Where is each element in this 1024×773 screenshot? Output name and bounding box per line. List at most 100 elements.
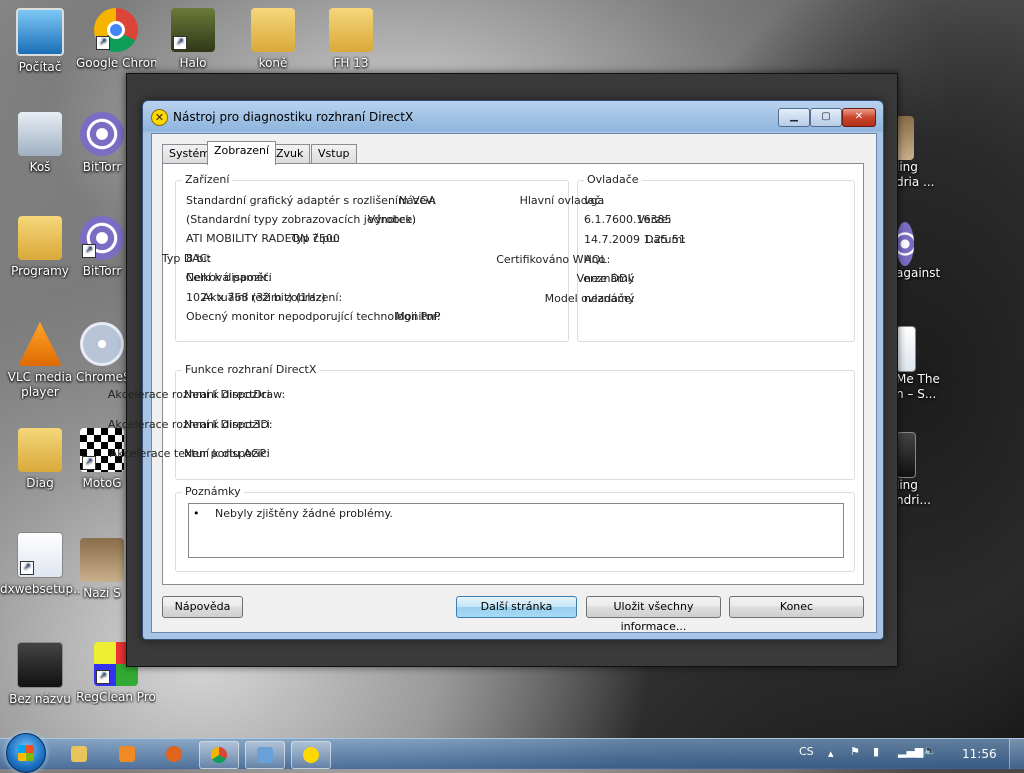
desktop-icon-label: Bez názvu <box>9 692 71 706</box>
close-button[interactable]: ✕ <box>842 108 876 127</box>
save-all-info-button[interactable]: Uložit všechny informace... <box>586 596 721 633</box>
desktop-icon-label: Počítač <box>18 60 62 74</box>
desktop-icon-nazi[interactable]: Nazi S <box>76 538 128 601</box>
directx-icon: ✕ <box>151 109 168 126</box>
notes-text: Nebyly zjištěny žádné problémy. <box>215 507 393 520</box>
volume-icon[interactable]: 🔈 <box>923 744 937 757</box>
action-center-flag-icon[interactable]: ⚑ <box>850 745 860 758</box>
show-hidden-icons-icon[interactable]: ▴ <box>828 747 834 760</box>
driver-row-whql: Certifikováno WHQL: Ano <box>496 253 610 266</box>
driver-row-main: Hlavní ovladač: vga <box>520 194 605 207</box>
desktop-icon-computer[interactable]: Počítač <box>0 8 80 75</box>
game-icon <box>896 222 914 266</box>
desktop-icon-programy[interactable]: Programy <box>0 216 80 279</box>
desktop-icon-label: VLC media player <box>7 370 73 399</box>
help-button[interactable]: Nápověda <box>162 596 243 618</box>
device-label: Aktuální režim zobrazení: <box>202 291 343 304</box>
taskbar-explorer[interactable] <box>60 741 98 767</box>
directx-icon <box>303 747 319 763</box>
desktop-icon-label: ChromeS <box>76 370 128 384</box>
computer-icon <box>16 8 64 56</box>
next-page-button[interactable]: Další stránka <box>456 596 577 618</box>
taskbar-chrome[interactable] <box>199 741 239 769</box>
drivers-group: Ovladače Hlavní ovladač: vga Verze: 6.1.… <box>496 173 855 342</box>
driver-label: Certifikováno WHQL: <box>496 253 611 266</box>
media-player-icon <box>119 746 135 762</box>
device-row-display-mode: Aktuální režim zobrazení: 1024 x 768 (32… <box>176 291 343 304</box>
notes-group-title: Poznámky <box>182 485 244 498</box>
desktop-icon-label: Nazi S <box>83 586 121 600</box>
desktop-icon-label: Google Chrom <box>76 56 156 70</box>
dialog-client-area: Systém Zobrazení Zvuk Vstup Zařízení Náz… <box>108 133 877 633</box>
exit-button[interactable]: Konec <box>729 596 864 618</box>
desktop-icon-label: Koš <box>29 160 51 174</box>
desktop-icon-chrome[interactable]: ↗ Google Chrom <box>76 8 156 71</box>
game-icon <box>80 538 124 582</box>
maximize-button[interactable]: ▢ <box>810 108 842 127</box>
vlc-cone-icon <box>18 322 62 366</box>
minimize-button[interactable]: ▁ <box>778 108 810 127</box>
taskbar-firefox[interactable] <box>155 741 193 767</box>
folder-icon <box>251 8 295 52</box>
directx-diagnostic-window: ✕ Nástroj pro diagnostiku rozhraní Direc… <box>108 100 884 640</box>
folder-icon <box>18 216 62 260</box>
desktop-icon-right-3[interactable]: Me The n – S... <box>896 326 946 402</box>
device-label: Celková paměť: <box>185 271 272 284</box>
desktop-icon-vlc[interactable]: VLC media player <box>0 322 80 400</box>
game-icon <box>896 432 916 478</box>
show-desktop-button[interactable] <box>1009 739 1024 769</box>
recycle-bin-icon <box>18 112 62 156</box>
desktop-icon-bez-nazvu[interactable]: Bez názvu <box>0 642 80 707</box>
feature-label: Akcelerace rozhraní Direct3D: <box>107 418 273 431</box>
device-label: Typ DAC: <box>161 252 211 265</box>
desktop-icon-label: Diag <box>26 476 54 490</box>
taskbar-media-player[interactable] <box>108 741 146 767</box>
drivers-group-title: Ovladače <box>584 173 642 186</box>
clock[interactable]: 11:56 <box>962 747 997 761</box>
tab-input[interactable]: Vstup <box>311 144 357 163</box>
desktop-icon-label: MotoG <box>82 476 122 490</box>
desktop-icon-right-2[interactable]: against <box>896 222 946 281</box>
desktop-icon-bittorrent[interactable]: BitTorr <box>76 112 128 175</box>
start-button[interactable] <box>6 733 46 773</box>
agp-texture-row: Akcelerace textur portu AGP: Není k disp… <box>110 447 270 460</box>
taskbar-paint[interactable] <box>245 741 285 769</box>
folder-icon <box>329 8 373 52</box>
desktop-icon-bittorrent-2[interactable]: ↗ BitTorr <box>76 216 128 279</box>
notes-textbox[interactable]: • Nebyly zjištěny žádné problémy. <box>188 503 844 558</box>
language-indicator[interactable]: CS <box>799 745 814 758</box>
desktop-icon-label: BitTorr <box>82 160 122 174</box>
desktop-icon-right-4[interactable]: ling ndri... <box>896 432 946 508</box>
driver-label: Datum: <box>644 233 686 246</box>
halo-icon: ↗ <box>171 8 215 52</box>
desktop-icon-chromes[interactable]: ChromeS <box>76 322 128 385</box>
power-icon[interactable]: ▮ <box>873 745 879 758</box>
desktop-icon-folder-fh13[interactable]: FH 13 <box>311 8 391 71</box>
desktop-icon-right-1[interactable]: ling dria ... <box>896 116 946 190</box>
desktop-icon-halo[interactable]: ↗ Halo <box>153 8 233 71</box>
desktop-icon-label: ling dria ... <box>896 160 935 189</box>
device-row-name: Název: Standardní grafický adaptér s roz… <box>176 194 436 207</box>
desktop-icon-folder-kone[interactable]: koně <box>233 8 313 71</box>
device-row-total-memory: Celková paměť: Není k dispozici <box>176 271 272 284</box>
network-signal-icon[interactable]: ▂▄▆ <box>898 745 923 758</box>
taskbar-directx[interactable] <box>291 741 331 769</box>
video-file-icon <box>896 326 916 372</box>
desktop-icon-dxwebsetup[interactable]: ↗ dxwebsetup.... <box>0 532 80 597</box>
directx-features-title: Funkce rozhraní DirectX <box>182 363 320 376</box>
device-label: Monitor: <box>395 310 441 323</box>
device-row-chip-type: Typ čipu: ATI MOBILITY RADEON 7500 <box>176 232 340 245</box>
desktop-icon-label: FH 13 <box>333 56 369 70</box>
driver-label: Verze: <box>637 213 672 226</box>
desktop-icon-diag[interactable]: Diag <box>0 428 80 491</box>
notes-bullet: • <box>193 507 200 520</box>
desktop-icon-label: ling ndri... <box>896 478 931 507</box>
installer-icon: ↗ <box>17 532 63 578</box>
image-file-icon <box>17 642 63 688</box>
explorer-icon <box>71 746 87 762</box>
driver-row-date: Datum: 14.7.2009 1:25:51 <box>578 233 686 246</box>
tab-display[interactable]: Zobrazení <box>207 141 277 165</box>
title-bar[interactable]: ✕ Nástroj pro diagnostiku rozhraní Direc… <box>143 101 883 133</box>
desktop-icon-recycle-bin[interactable]: Koš <box>0 112 80 175</box>
desktop-icon-label: against <box>896 266 941 280</box>
